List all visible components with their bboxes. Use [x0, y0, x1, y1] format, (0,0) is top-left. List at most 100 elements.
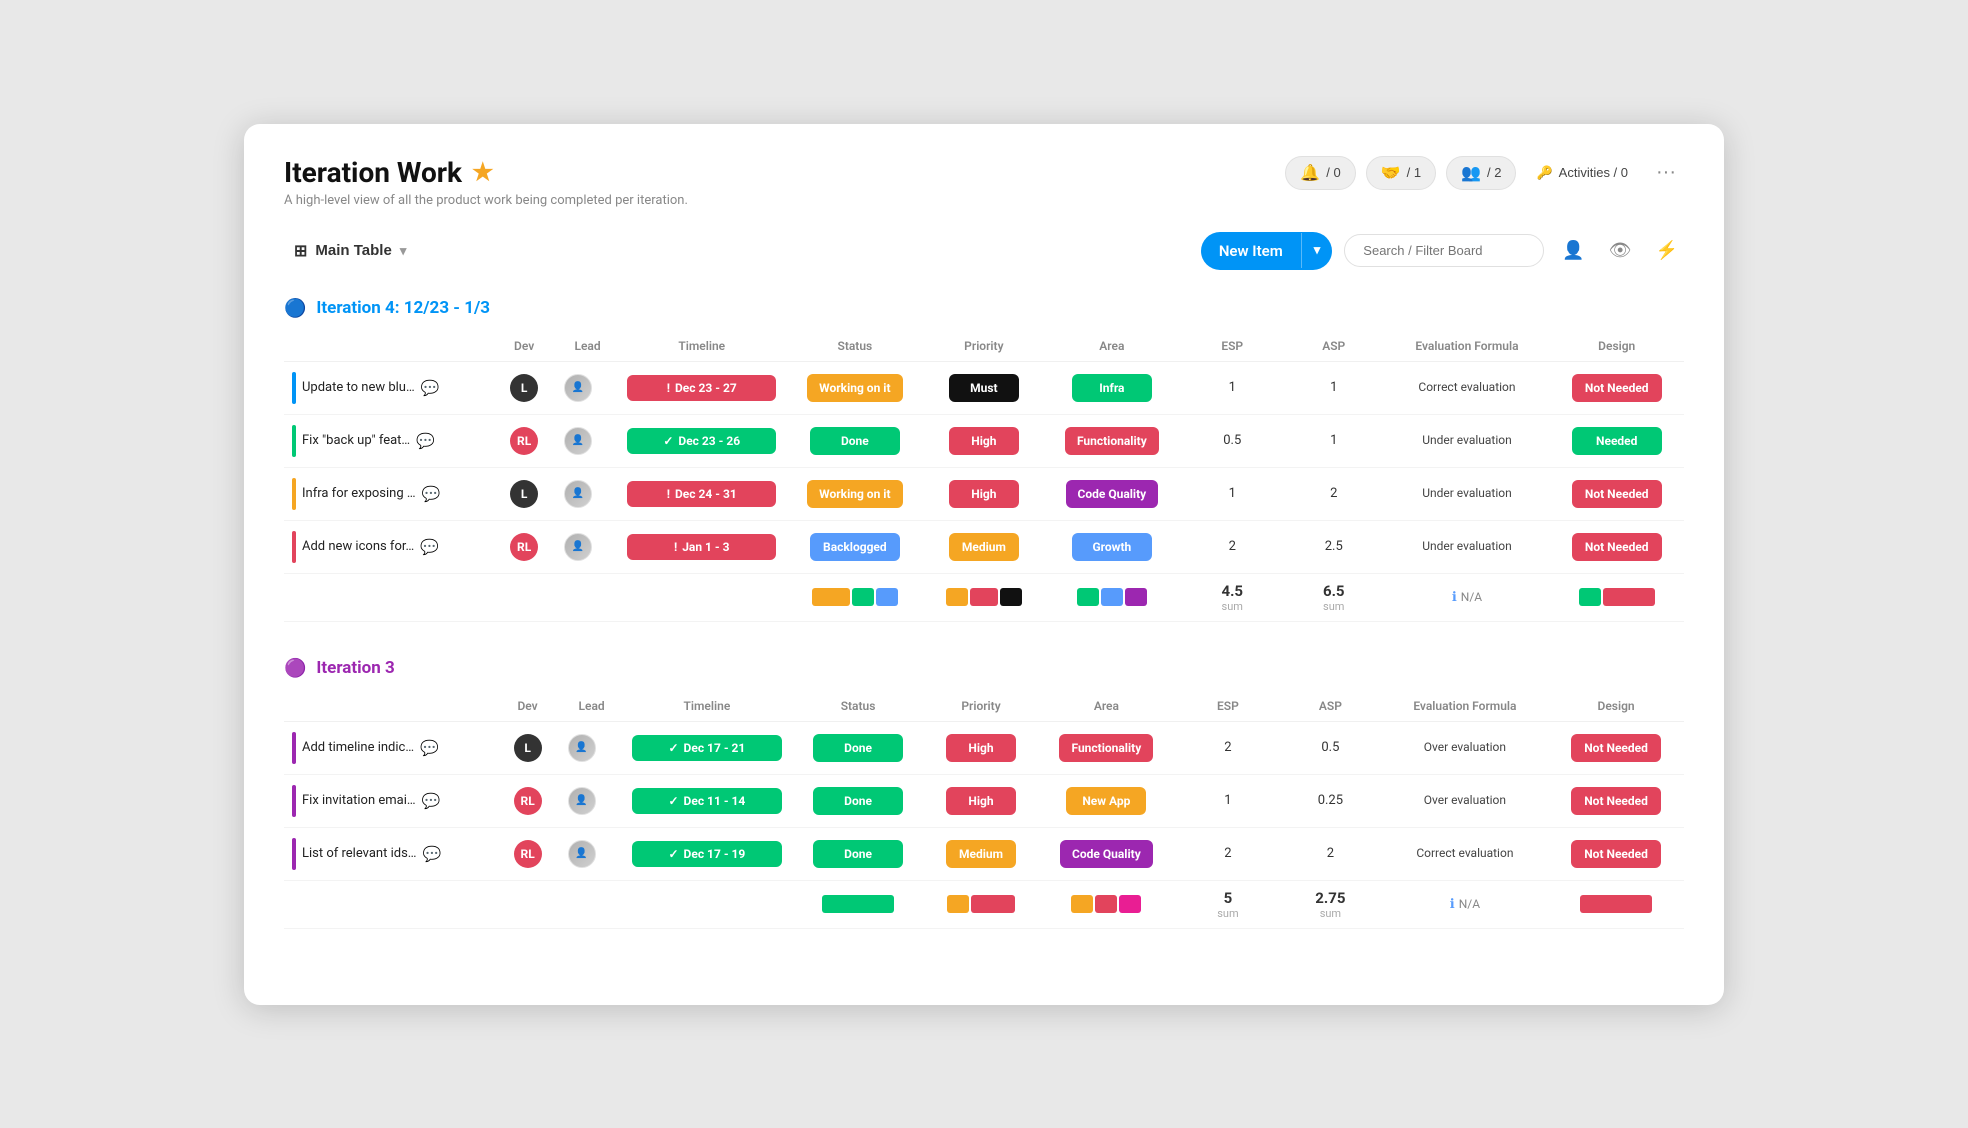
invite-stat[interactable]: 🤝 / 1 [1366, 156, 1436, 190]
timeline-badge[interactable]: !Jan 1 - 3 [627, 534, 776, 560]
priority-badge[interactable]: Must [949, 374, 1019, 402]
search-input[interactable] [1344, 234, 1544, 267]
design-bar [1580, 895, 1652, 913]
header-left: Iteration Work ★ A high-level view of al… [284, 156, 688, 208]
lead-avatar[interactable]: 👤 [568, 840, 596, 868]
area-badge[interactable]: Growth [1072, 533, 1152, 561]
area-badge[interactable]: New App [1066, 787, 1146, 815]
comment-icon[interactable]: 💬 [421, 379, 440, 397]
area-badge[interactable]: Functionality [1065, 427, 1159, 455]
comment-icon[interactable]: 💬 [416, 432, 435, 450]
notification-stat[interactable]: 🔔 / 0 [1285, 156, 1355, 190]
priority-badge[interactable]: High [949, 427, 1019, 455]
eval-text: Under evaluation [1422, 433, 1512, 447]
title-text: Iteration Work [284, 156, 462, 189]
area-badge[interactable]: Functionality [1059, 734, 1153, 762]
lead-avatar[interactable]: 👤 [564, 374, 592, 402]
area-badge[interactable]: Code Quality [1060, 840, 1153, 868]
eval-cell: Under evaluation [1385, 520, 1550, 573]
item-name: Update to new blu… [302, 380, 415, 395]
main-table-button[interactable]: ⊞ Main Table ▾ [284, 235, 416, 267]
status-badge[interactable]: Working on it [807, 480, 902, 508]
status-cell: Backlogged [784, 520, 925, 573]
area-cell: Code Quality [1036, 827, 1177, 880]
comment-icon[interactable]: 💬 [422, 792, 441, 810]
status-badge[interactable]: Done [813, 840, 903, 868]
activities-button[interactable]: 🔑 Activities / 0 [1526, 159, 1638, 187]
area-badge[interactable]: Code Quality [1066, 480, 1159, 508]
design-badge[interactable]: Not Needed [1572, 480, 1662, 508]
lead-avatar[interactable]: 👤 [568, 734, 596, 762]
dev-avatar[interactable]: RL [510, 533, 538, 561]
status-badge[interactable]: Working on it [807, 374, 902, 402]
design-badge[interactable]: Needed [1572, 427, 1662, 455]
lead-avatar[interactable]: 👤 [564, 533, 592, 561]
eye-icon-button[interactable]: 👁 [1603, 234, 1638, 267]
iteration-toggle-icon[interactable]: 🟣 [284, 658, 306, 679]
design-cell: Not Needed [1549, 361, 1684, 414]
iteration-toggle-icon[interactable]: 🔵 [284, 298, 306, 319]
comment-icon[interactable]: 💬 [420, 739, 439, 757]
item-cell: Fix "back up" feat…💬 [284, 414, 492, 467]
priority-badge[interactable]: High [949, 480, 1019, 508]
user-icon-button[interactable]: 👤 [1556, 234, 1590, 267]
comment-icon[interactable]: 💬 [423, 845, 442, 863]
table-wrapper: DevLeadTimelineStatusPriorityAreaESPASPE… [284, 331, 1684, 622]
esp-cell: 1 [1182, 467, 1284, 520]
timeline-badge[interactable]: !Dec 24 - 31 [627, 481, 776, 507]
priority-badge[interactable]: High [946, 734, 1016, 762]
status-badge[interactable]: Done [813, 734, 903, 762]
priority-badge[interactable]: Medium [946, 840, 1016, 868]
members-stat[interactable]: 👥 / 2 [1446, 156, 1516, 190]
summary-timeline [619, 573, 784, 621]
esp-cell: 2 [1177, 827, 1279, 880]
comment-icon[interactable]: 💬 [422, 485, 441, 503]
design-badge[interactable]: Not Needed [1571, 787, 1661, 815]
priority-cell: Medium [926, 827, 1036, 880]
design-badge[interactable]: Not Needed [1572, 374, 1662, 402]
lead-cell: 👤 [560, 774, 624, 827]
new-item-label[interactable]: New Item [1201, 232, 1301, 270]
lead-avatar[interactable]: 👤 [564, 427, 592, 455]
timeline-badge[interactable]: !Dec 23 - 27 [627, 375, 776, 401]
members-icon: 👥 [1461, 163, 1481, 183]
status-badge[interactable]: Done [813, 787, 903, 815]
design-badge[interactable]: Not Needed [1571, 840, 1661, 868]
priority-badge[interactable]: High [946, 787, 1016, 815]
priority-cell: High [926, 467, 1043, 520]
design-badge[interactable]: Not Needed [1571, 734, 1661, 762]
more-options-button[interactable]: ··· [1648, 157, 1684, 188]
iteration-title[interactable]: Iteration 4: 12/23 - 1/3 [316, 298, 490, 318]
new-item-button[interactable]: New Item ▾ [1201, 232, 1332, 270]
dev-avatar[interactable]: RL [514, 840, 542, 868]
dev-avatar[interactable]: L [510, 374, 538, 402]
comment-icon[interactable]: 💬 [420, 538, 439, 556]
dev-avatar[interactable]: RL [510, 427, 538, 455]
esp-cell: 1 [1177, 774, 1279, 827]
priority-badge[interactable]: Medium [949, 533, 1019, 561]
lead-avatar[interactable]: 👤 [564, 480, 592, 508]
star-icon[interactable]: ★ [472, 158, 494, 186]
priority-cell: High [926, 414, 1043, 467]
asp-cell: 0.5 [1279, 721, 1381, 774]
status-badge[interactable]: Done [810, 427, 900, 455]
timeline-cell: !Jan 1 - 3 [619, 520, 784, 573]
dev-cell: RL [496, 774, 560, 827]
iteration-title[interactable]: Iteration 3 [316, 658, 394, 678]
timeline-badge[interactable]: ✓Dec 17 - 21 [632, 735, 783, 761]
dev-avatar[interactable]: RL [514, 787, 542, 815]
status-cell: Done [790, 721, 926, 774]
filter-icon-button[interactable]: ⚡ [1650, 234, 1684, 267]
lead-avatar[interactable]: 👤 [568, 787, 596, 815]
area-badge[interactable]: Infra [1072, 374, 1152, 402]
status-badge[interactable]: Backlogged [810, 533, 900, 561]
timeline-badge[interactable]: ✓Dec 23 - 26 [627, 428, 776, 454]
summary-area-bars [1036, 880, 1177, 928]
dev-avatar[interactable]: L [514, 734, 542, 762]
timeline-badge[interactable]: ✓Dec 17 - 19 [632, 841, 783, 867]
timeline-badge[interactable]: ✓Dec 11 - 14 [632, 788, 783, 814]
dev-avatar[interactable]: L [510, 480, 538, 508]
new-item-dropdown-arrow[interactable]: ▾ [1301, 233, 1333, 268]
col-header-dev: Dev [496, 691, 560, 722]
design-badge[interactable]: Not Needed [1572, 533, 1662, 561]
